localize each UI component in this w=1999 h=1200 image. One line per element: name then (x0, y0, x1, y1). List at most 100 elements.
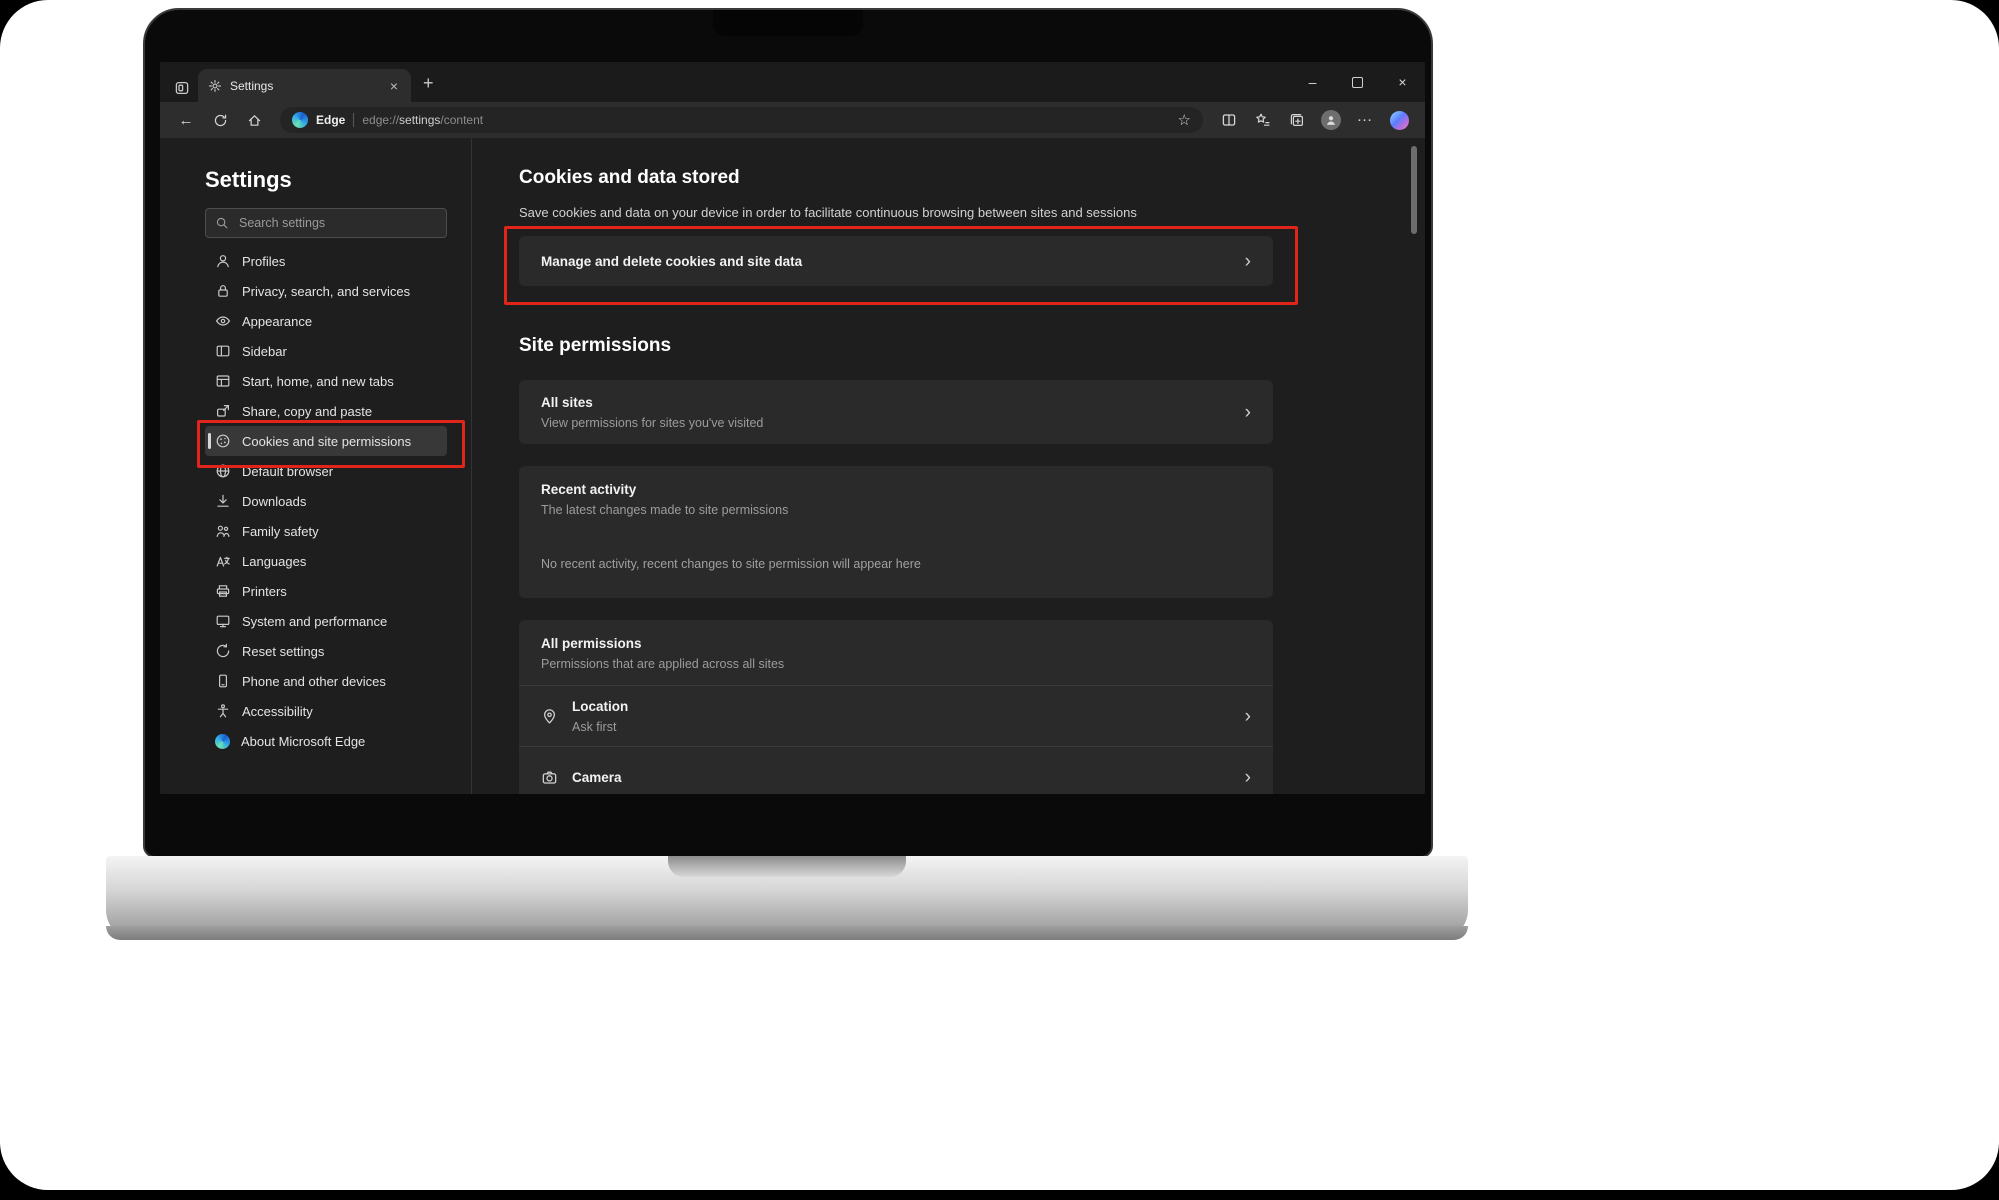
recent-activity-card: Recent activity The latest changes made … (519, 466, 1273, 598)
sidebar-item-family-safety[interactable]: Family safety (205, 516, 447, 546)
address-url: edge://settings/content (362, 113, 483, 127)
minimize-button[interactable]: – (1290, 62, 1335, 102)
default-browser-globe-icon (215, 463, 231, 479)
sidebar-item-label: Default browser (242, 464, 333, 479)
privacy-lock-icon (215, 283, 231, 299)
browser-window: Settings × + – × ← (160, 62, 1425, 794)
laptop-base-notch (668, 856, 906, 877)
all-permissions-header: All permissions Permissions that are app… (519, 620, 1273, 685)
laptop-notch (713, 10, 863, 36)
languages-icon (215, 553, 231, 569)
tab-settings[interactable]: Settings × (198, 69, 411, 102)
system-monitor-icon (215, 613, 231, 629)
back-button[interactable]: ← (170, 105, 202, 135)
sidebar-item-default-browser[interactable]: Default browser (205, 456, 447, 486)
recent-activity-title: Recent activity (541, 482, 1251, 497)
more-menu-button[interactable]: … (1349, 102, 1381, 138)
sidebar-item-cookies-site-permissions[interactable]: Cookies and site permissions (205, 426, 447, 456)
refresh-button[interactable] (204, 105, 236, 135)
sidebar-item-label: System and performance (242, 614, 387, 629)
sidebar-item-languages[interactable]: Languages (205, 546, 447, 576)
sidebar-item-downloads[interactable]: Downloads (205, 486, 447, 516)
favorites-hub-button[interactable] (1247, 105, 1279, 135)
sidebar-item-sidebar[interactable]: Sidebar (205, 336, 447, 366)
maximize-button[interactable] (1335, 62, 1380, 102)
sidebar-item-profiles[interactable]: Profiles (205, 246, 447, 276)
settings-nav: Profiles Privacy, search, and services (205, 246, 447, 756)
permission-row-camera[interactable]: Camera › (519, 746, 1273, 794)
copilot-icon (1390, 111, 1409, 130)
start-home-icon (215, 373, 231, 389)
laptop-screen-bezel: Settings × + – × ← (143, 8, 1433, 858)
sidebar-item-label: Privacy, search, and services (242, 284, 410, 299)
split-screen-button[interactable] (1213, 105, 1245, 135)
permission-label: Camera (572, 770, 1231, 785)
appearance-eye-icon (215, 313, 231, 329)
sidebar-item-label: Accessibility (242, 704, 313, 719)
sidebar-item-phone-devices[interactable]: Phone and other devices (205, 666, 447, 696)
screenshot-canvas: Settings × + – × ← (0, 0, 1999, 1200)
tab-strip: Settings × + – × (160, 62, 1425, 102)
settings-main: Cookies and data stored Save cookies and… (472, 138, 1425, 794)
section-title-cookies: Cookies and data stored (519, 166, 1273, 190)
tab-actions-menu-button[interactable] (174, 80, 190, 96)
scrollbar-thumb[interactable] (1411, 146, 1417, 234)
sidebar-panel-icon (215, 343, 231, 359)
reset-arrow-icon (215, 643, 231, 659)
sidebar-item-accessibility[interactable]: Accessibility (205, 696, 447, 726)
sidebar-item-label: Share, copy and paste (242, 404, 372, 419)
favorites-star-icon[interactable]: ☆ (1178, 111, 1191, 129)
all-permissions-title: All permissions (541, 636, 1251, 651)
family-safety-icon (215, 523, 231, 539)
all-permissions-subtitle: Permissions that are applied across all … (541, 657, 1251, 671)
avatar-person-icon (1324, 113, 1338, 127)
phone-icon (215, 673, 231, 689)
permission-row-location[interactable]: Location Ask first › (519, 685, 1273, 746)
sidebar-item-label: Reset settings (242, 644, 324, 659)
collections-icon (1289, 112, 1305, 128)
new-tab-button[interactable]: + (423, 73, 434, 94)
laptop-base (106, 856, 1468, 940)
sidebar-item-label: Printers (242, 584, 287, 599)
tab-close-icon[interactable]: × (387, 78, 401, 94)
all-sites-card[interactable]: All sites View permissions for sites you… (519, 380, 1273, 444)
sidebar-item-share-copy-paste[interactable]: Share, copy and paste (205, 396, 447, 426)
settings-page: Settings Profiles (160, 138, 1425, 794)
edge-logo-icon (292, 112, 308, 128)
address-divider (353, 113, 354, 127)
sidebar-item-start-home-new-tabs[interactable]: Start, home, and new tabs (205, 366, 447, 396)
sidebar-item-appearance[interactable]: Appearance (205, 306, 447, 336)
page-title: Settings (205, 166, 447, 194)
avatar (1321, 110, 1341, 130)
copilot-button[interactable] (1383, 105, 1415, 135)
close-window-button[interactable]: × (1380, 62, 1425, 102)
sidebar-item-reset-settings[interactable]: Reset settings (205, 636, 447, 666)
settings-gear-icon (208, 79, 222, 93)
chevron-right-icon: › (1245, 252, 1251, 271)
permission-detail: Ask first (572, 720, 1231, 734)
sidebar-item-system-performance[interactable]: System and performance (205, 606, 447, 636)
sidebar-item-label: Family safety (242, 524, 319, 539)
home-button[interactable] (238, 105, 270, 135)
permission-label: Location (572, 699, 1231, 714)
sidebar-item-label: Downloads (242, 494, 306, 509)
window-controls: – × (1290, 62, 1425, 102)
sidebar-item-privacy[interactable]: Privacy, search, and services (205, 276, 447, 306)
manage-cookies-label: Manage and delete cookies and site data (541, 254, 802, 269)
manage-cookies-card[interactable]: Manage and delete cookies and site data … (519, 236, 1273, 286)
sidebar-item-label: Cookies and site permissions (242, 434, 411, 449)
all-permissions-card: All permissions Permissions that are app… (519, 620, 1273, 794)
sidebar-item-about-edge[interactable]: About Microsoft Edge (205, 726, 447, 756)
sidebar-item-label: Profiles (242, 254, 285, 269)
sidebar-item-label: Languages (242, 554, 306, 569)
collections-button[interactable] (1281, 105, 1313, 135)
sidebar-item-printers[interactable]: Printers (205, 576, 447, 606)
address-site-chip: Edge (316, 113, 345, 127)
all-sites-subtitle: View permissions for sites you've visite… (541, 416, 763, 430)
edge-logo-icon (215, 734, 230, 749)
profile-avatar-button[interactable] (1315, 105, 1347, 135)
search-input[interactable] (237, 215, 437, 231)
search-icon (215, 216, 229, 230)
address-bar[interactable]: Edge edge://settings/content ☆ (280, 107, 1203, 133)
settings-search[interactable] (205, 208, 447, 238)
